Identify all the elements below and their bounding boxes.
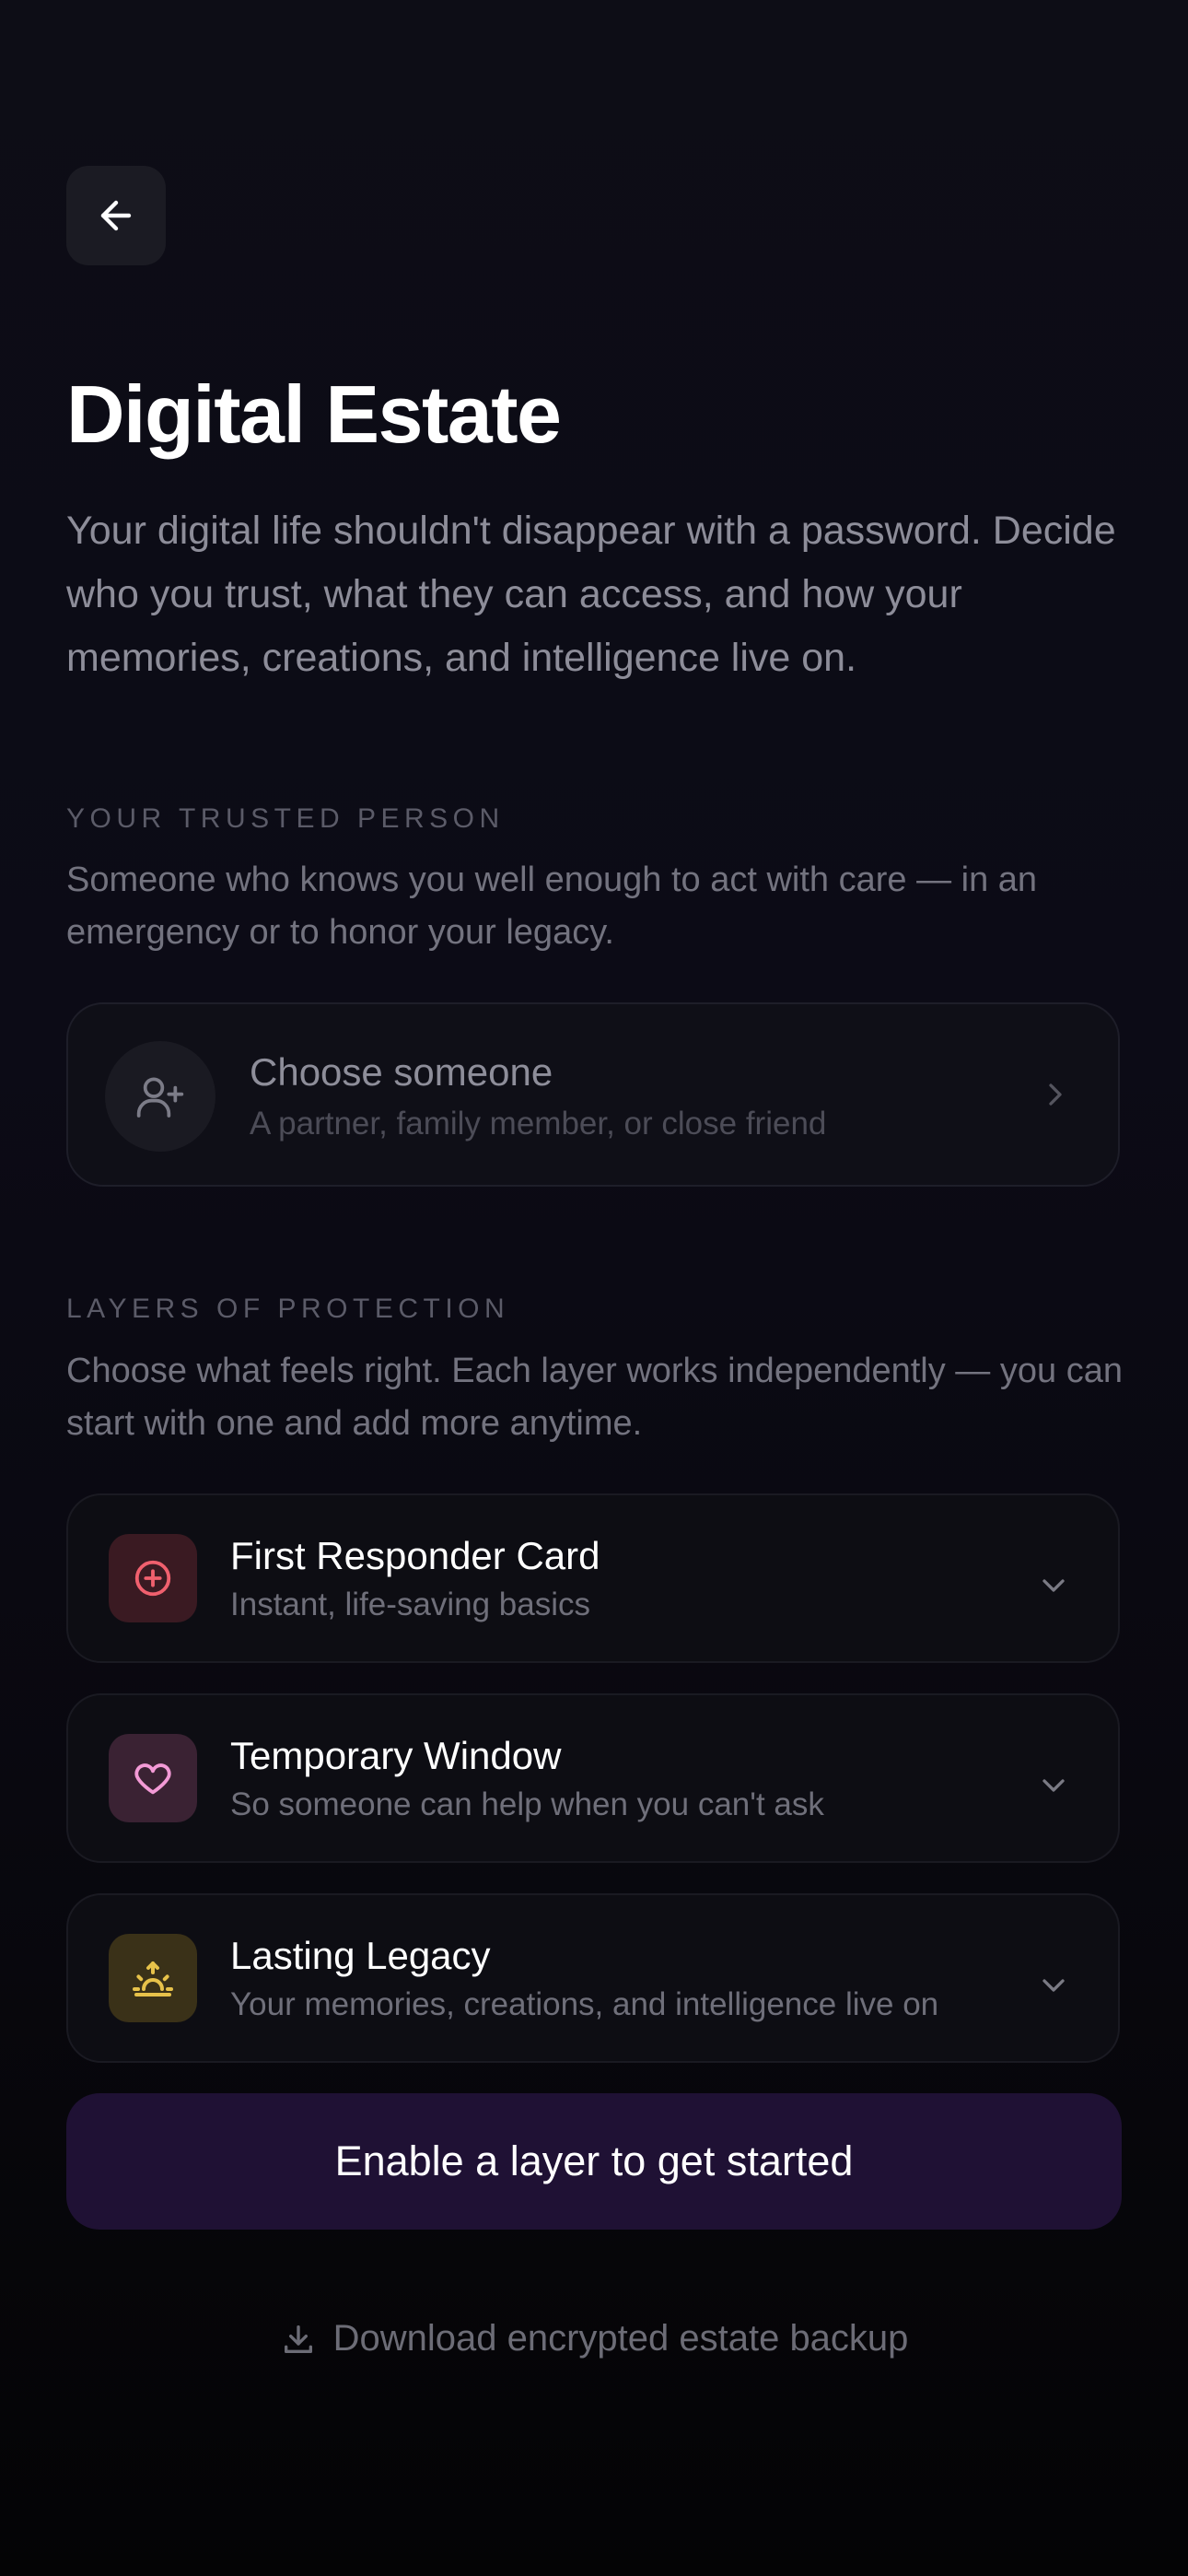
layer-temporary-window[interactable]: Temporary Window So someone can help whe… — [66, 1693, 1120, 1863]
layers-section-description: Choose what feels right. Each layer work… — [66, 1352, 1123, 1443]
layer-title: Lasting Legacy — [230, 1934, 491, 1977]
layer-title: First Responder Card — [230, 1534, 600, 1577]
download-backup-label: Download encrypted estate backup — [332, 2318, 909, 2359]
layer-icon-badge — [109, 1734, 197, 1822]
chevron-right-icon — [1049, 1083, 1062, 1106]
sunrise-icon — [133, 1961, 173, 1996]
chevron-down-icon — [1042, 1779, 1065, 1792]
chevron-down-icon — [1042, 1979, 1065, 1992]
arrow-left-icon — [100, 200, 132, 231]
download-backup-link[interactable]: Download encrypted estate backup — [0, 2318, 1188, 2359]
back-button[interactable] — [66, 166, 166, 265]
layer-icon-badge — [109, 1934, 197, 2022]
layer-subtitle: Your memories, creations, and intelligen… — [230, 1986, 939, 2022]
heart-icon — [134, 1763, 171, 1795]
trusted-section-heading: YOUR TRUSTED PERSON — [66, 803, 505, 834]
enable-layer-button[interactable]: Enable a layer to get started — [66, 2093, 1122, 2230]
chevron-down-icon — [1042, 1579, 1065, 1592]
layer-first-responder-card[interactable]: First Responder Card Instant, life-savin… — [66, 1493, 1120, 1663]
plus-circle-icon — [134, 1560, 171, 1597]
page-title: Digital Estate — [66, 369, 562, 460]
trusted-card-title: Choose someone — [250, 1050, 553, 1094]
layer-lasting-legacy[interactable]: Lasting Legacy Your memories, creations,… — [66, 1893, 1120, 2063]
user-plus-icon — [136, 1077, 184, 1118]
layer-icon-badge — [109, 1534, 197, 1622]
choose-trusted-person-card[interactable]: Choose someone A partner, family member,… — [66, 1002, 1120, 1187]
trusted-card-subtitle: A partner, family member, or close frien… — [250, 1106, 827, 1142]
trusted-section-description: Someone who knows you well enough to act… — [66, 861, 1038, 952]
download-icon — [284, 2324, 312, 2353]
page-intro: Your digital life shouldn't disappear wi… — [66, 509, 1116, 680]
layer-subtitle: Instant, life-saving basics — [230, 1587, 591, 1622]
layers-section-heading: LAYERS OF PROTECTION — [66, 1294, 510, 1324]
layer-title: Temporary Window — [230, 1734, 562, 1777]
avatar — [105, 1041, 215, 1152]
layer-subtitle: So someone can help when you can't ask — [230, 1786, 824, 1822]
